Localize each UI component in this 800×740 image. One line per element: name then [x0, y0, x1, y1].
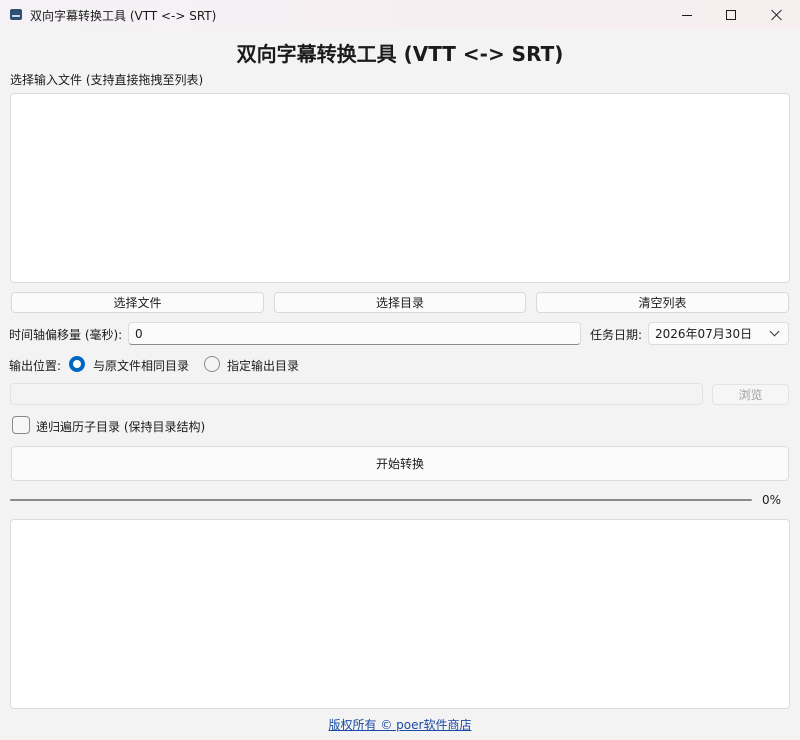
choose-directory-button[interactable]: 选择目录: [274, 292, 526, 313]
page-title: 双向字幕转换工具 (VTT <-> SRT): [236, 42, 564, 66]
clear-list-button[interactable]: 清空列表: [536, 292, 789, 313]
output-directory-input[interactable]: [10, 383, 703, 405]
file-list[interactable]: [10, 93, 790, 283]
task-date-picker[interactable]: 2026年07月30日: [648, 322, 789, 345]
window-title: 双向字幕转换工具 (VTT <-> SRT): [30, 9, 217, 23]
radio-same-directory[interactable]: [69, 356, 85, 372]
offset-input[interactable]: 0: [128, 322, 581, 345]
browse-button[interactable]: 浏览: [712, 384, 789, 405]
recursive-checkbox[interactable]: [12, 416, 30, 434]
task-date-value: 2026年07月30日: [655, 327, 753, 341]
copyright-link[interactable]: 版权所有 © poer软件商店: [0, 716, 800, 733]
maximize-icon: [726, 10, 736, 20]
choose-file-button[interactable]: 选择文件: [11, 292, 264, 313]
maximize-button[interactable]: [708, 0, 754, 30]
task-date-label: 任务日期:: [590, 328, 643, 342]
progress-bar: [10, 499, 752, 501]
radio-custom-directory-label[interactable]: 指定输出目录: [227, 357, 299, 374]
radio-custom-directory[interactable]: [204, 356, 220, 372]
chevron-down-icon: [769, 326, 780, 337]
input-files-label: 选择输入文件 (支持直接拖拽至列表): [10, 73, 204, 87]
progress-percent: 0%: [762, 493, 782, 507]
close-button[interactable]: [754, 0, 800, 30]
recursive-checkbox-label[interactable]: 递归遍历子目录 (保持目录结构): [36, 418, 205, 435]
log-output-area[interactable]: [10, 519, 790, 709]
output-location-label: 输出位置:: [9, 359, 62, 373]
minimize-button[interactable]: [664, 0, 710, 30]
title-bar[interactable]: 双向字幕转换工具 (VTT <-> SRT): [0, 0, 800, 30]
offset-value: 0: [135, 326, 143, 341]
start-convert-button[interactable]: 开始转换: [11, 446, 789, 481]
app-icon: [10, 9, 22, 20]
offset-label: 时间轴偏移量 (毫秒):: [9, 328, 123, 342]
minimize-icon: [682, 14, 692, 16]
radio-same-directory-label[interactable]: 与原文件相同目录: [93, 357, 189, 374]
close-icon: [771, 9, 783, 21]
